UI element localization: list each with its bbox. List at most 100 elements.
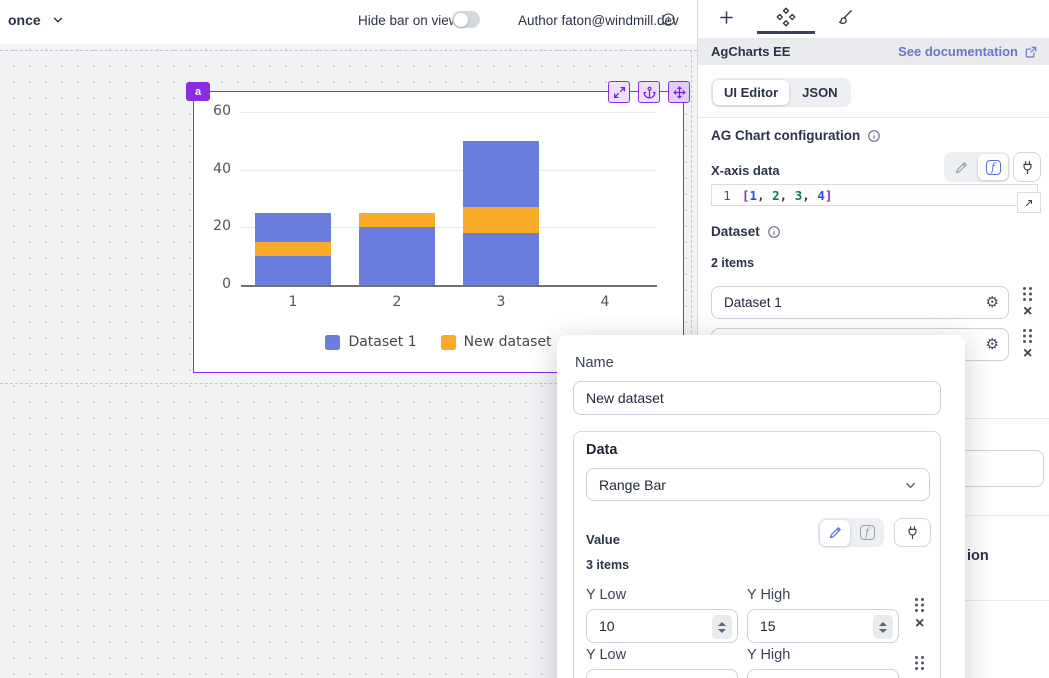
styling-tab[interactable] (824, 5, 864, 29)
pencil-icon (954, 160, 969, 175)
info-icon (661, 12, 676, 27)
gear-icon[interactable]: ⚙ (986, 337, 999, 352)
expression-mode-button[interactable]: f (852, 520, 882, 546)
y-high-label: Y High (747, 587, 790, 603)
function-icon: f (860, 525, 875, 540)
toggle-knob (454, 13, 468, 27)
bar-range (463, 207, 539, 233)
legend-label: New dataset (464, 334, 552, 350)
tab-ui-editor[interactable]: UI Editor (713, 80, 789, 105)
dataset-type-select[interactable]: Range Bar (586, 468, 930, 501)
tab-json[interactable]: JSON (791, 80, 848, 105)
stepper-up-icon[interactable] (879, 622, 887, 626)
stepper-up-icon[interactable] (718, 622, 726, 626)
component-type-title: AgCharts EE (711, 44, 790, 59)
remove-dataset-button[interactable]: × (1023, 304, 1032, 320)
legend-item[interactable]: Dataset 1 (325, 334, 416, 350)
function-icon: f (986, 160, 1001, 175)
see-documentation-link[interactable]: See documentation (898, 44, 1038, 59)
drag-handle[interactable] (1023, 286, 1033, 301)
connect-input-button[interactable] (894, 518, 931, 547)
diagonal-expand-icon (1023, 197, 1035, 209)
legend-marker (441, 335, 456, 350)
insert-component-tab[interactable] (706, 5, 746, 29)
code-token: , (757, 188, 772, 203)
config-title-label: AG Chart configuration (711, 128, 860, 143)
active-tab-underline (757, 31, 815, 34)
y-high-label: Y High (747, 647, 790, 663)
dataset-1-name-value: Dataset 1 (724, 295, 782, 310)
dataset-name-value: New dataset (586, 390, 664, 406)
y-high-input[interactable]: 15 (747, 609, 899, 643)
hide-bar-toggle[interactable] (452, 11, 480, 28)
static-mode-button[interactable] (946, 154, 976, 180)
code-token: 4 (817, 188, 825, 203)
dataset-1-name-input[interactable]: Dataset 1 ⚙ (711, 286, 1009, 319)
brush-icon (835, 8, 854, 27)
stepper-down-icon[interactable] (879, 629, 887, 633)
hide-bar-label: Hide bar on view (358, 13, 459, 28)
legend-item[interactable]: New dataset (441, 334, 552, 350)
value-label: Value (586, 532, 620, 547)
schedule-dropdown[interactable]: once (8, 12, 65, 28)
drag-handle[interactable] (1023, 328, 1033, 343)
info-icon (767, 225, 781, 239)
dataset-title-label: Dataset (711, 224, 760, 239)
schedule-label: once (8, 12, 41, 28)
x-category-label: 4 (583, 294, 627, 310)
info-icon (867, 129, 881, 143)
stepper-down-icon[interactable] (718, 629, 726, 633)
gridline (241, 112, 657, 113)
y-low-input[interactable]: 10 (586, 609, 738, 643)
divider (698, 117, 1049, 118)
x-axis-line (241, 285, 657, 287)
drag-handle[interactable] (915, 655, 925, 670)
x-category-label: 1 (271, 294, 315, 310)
agcharts-component[interactable]: a 02040601234Dataset 1New dataset (193, 91, 684, 373)
pencil-icon (828, 525, 843, 540)
y-tick-label: 60 (199, 103, 231, 119)
expression-mode-button[interactable]: f (978, 154, 1008, 180)
code-token: ] (825, 188, 833, 203)
number-stepper[interactable] (712, 615, 732, 639)
gear-icon[interactable]: ⚙ (986, 295, 999, 310)
code-token: 2 (772, 188, 780, 203)
panel-tab-bar (698, 0, 1049, 36)
dataset-count: 2 items (711, 256, 754, 270)
y-high-input[interactable] (747, 669, 899, 678)
agcharts-canvas: 02040601234Dataset 1New dataset (194, 92, 683, 372)
dataset-type-value: Range Bar (599, 477, 666, 493)
xaxis-code-editor[interactable]: 1 [1, 2, 3, 4] (711, 184, 1038, 206)
expand-editor-button[interactable] (1017, 192, 1041, 213)
canvas-col-divider (691, 50, 692, 383)
line-number: 1 (712, 188, 742, 203)
y-tick-label: 0 (199, 276, 231, 292)
bar-range (255, 242, 331, 256)
drag-handle[interactable] (915, 597, 925, 612)
code-token: [ (742, 188, 750, 203)
external-link-icon (1024, 45, 1038, 59)
author-label: Author faton@windmill.dev (518, 13, 679, 28)
xaxis-data-label: X-axis data (711, 163, 780, 178)
dataset-section-title: Dataset (711, 224, 781, 239)
legend-marker (325, 335, 340, 350)
gridline (241, 170, 657, 171)
data-section-title: Data (586, 442, 617, 458)
y-low-input[interactable] (586, 669, 738, 678)
remove-value-row-button[interactable]: × (915, 616, 924, 632)
remove-dataset-button[interactable]: × (1023, 346, 1032, 362)
chevron-down-icon (903, 478, 918, 493)
number-stepper[interactable] (873, 615, 893, 639)
doc-link-label: See documentation (898, 44, 1018, 59)
bar-dataset1 (359, 227, 435, 285)
static-mode-button[interactable] (820, 520, 850, 546)
xaxis-input-mode-switcher: f (944, 152, 1010, 182)
component-settings-tab[interactable] (766, 5, 806, 29)
code-token: , (802, 188, 817, 203)
dataset-name-input[interactable]: New dataset (573, 381, 941, 415)
value-count: 3 items (586, 558, 629, 572)
config-section-title: AG Chart configuration (711, 128, 881, 143)
connect-input-button[interactable] (1013, 152, 1041, 182)
dataset-editor-modal: Name New dataset Data Range Bar Value f … (557, 335, 965, 678)
y-low-value: 10 (599, 618, 615, 634)
